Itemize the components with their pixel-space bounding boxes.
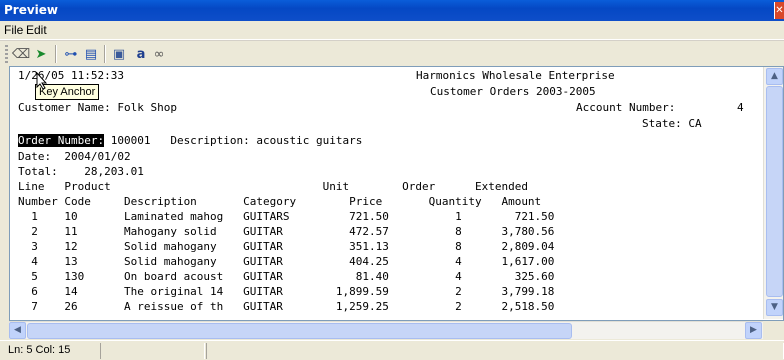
order-details: 100001 Description: acoustic guitars (104, 134, 363, 147)
report-preview[interactable]: 1/26/05 11:52:33 Harmonics Wholesale Ent… (9, 66, 784, 321)
vertical-scrollbar[interactable]: ▲ ▼ (763, 67, 783, 319)
table-row: 7 26 A reissue of th GUITAR 1,259.25 2 2… (18, 300, 555, 313)
scroll-up-icon[interactable]: ▲ (766, 68, 783, 85)
account-number-value: 4 (737, 101, 744, 114)
eraser-icon[interactable]: ⌫ (12, 45, 30, 63)
table-header-1: Line Product Unit Order Extended (18, 180, 528, 193)
toolbar-separator (104, 45, 106, 63)
list-icon[interactable]: ▤ (82, 45, 100, 63)
table-row: 6 14 The original 14 GUITAR 1,899.59 2 3… (18, 285, 555, 298)
status-pane (100, 343, 205, 359)
status-bar: Ln: 5 Col: 15 (0, 340, 784, 360)
toolbar-separator (55, 45, 57, 63)
tree-icon[interactable]: ⊶ (62, 45, 80, 63)
report-subtitle: Customer Orders 2003-2005 (430, 85, 596, 98)
find-icon[interactable]: a (132, 45, 150, 63)
window-title: Preview (4, 3, 59, 17)
vertical-scroll-thumb[interactable] (766, 86, 783, 297)
mouse-cursor-icon (36, 72, 48, 90)
order-number-label[interactable]: Order Number: (18, 134, 105, 147)
toolbar-grip[interactable] (5, 45, 8, 63)
scroll-right-icon[interactable]: ▶ (745, 322, 762, 339)
table-row: 1 10 Laminated mahog GUITARS 721.50 1 72… (18, 210, 555, 223)
report-timestamp: 1/26/05 11:52:33 (18, 69, 124, 82)
state-label: State: CA (642, 117, 702, 130)
table-row: 5 130 On board acoust GUITAR 81.40 4 325… (18, 270, 555, 283)
report-company: Harmonics Wholesale Enterprise (416, 69, 615, 82)
account-number-label: Account Number: (576, 101, 676, 114)
menu-file[interactable]: File (4, 23, 23, 37)
customer-name: Customer Name: Folk Shop (18, 101, 177, 114)
table-header-2: Number Code Description Category Price Q… (18, 195, 542, 208)
scroll-left-icon[interactable]: ◀ (9, 322, 26, 339)
horizontal-scrollbar[interactable]: ◀ ▶ (9, 321, 763, 339)
key-anchor-icon[interactable]: ➤ (32, 45, 50, 63)
cursor-position: Ln: 5 Col: 15 (8, 344, 71, 356)
order-line: Order Number: 100001 Description: acoust… (18, 134, 362, 148)
table-row: 4 13 Solid mahogany GUITAR 404.25 4 1,61… (18, 255, 555, 268)
link-icon[interactable]: ∞ (150, 45, 168, 63)
toolbar: ⌫ ➤ ⊶ ▤ ▣ a ∞ (0, 40, 784, 66)
menu-edit[interactable]: Edit (26, 23, 47, 37)
close-button[interactable]: ✕ (774, 2, 784, 19)
title-bar: Preview ✕ (0, 0, 784, 21)
horizontal-scroll-thumb[interactable] (27, 323, 572, 339)
page-icon[interactable]: ▣ (110, 45, 128, 63)
table-row: 3 12 Solid mahogany GUITAR 351.13 8 2,80… (18, 240, 555, 253)
table-row: 2 11 Mahogany solid GUITAR 472.57 8 3,78… (18, 225, 555, 238)
total-line: Total: 28,203.01 (18, 165, 144, 178)
menu-bar: File Edit (0, 21, 784, 40)
status-pane (206, 343, 784, 359)
date-line: Date: 2004/01/02 (18, 150, 131, 163)
scroll-down-icon[interactable]: ▼ (766, 299, 783, 316)
